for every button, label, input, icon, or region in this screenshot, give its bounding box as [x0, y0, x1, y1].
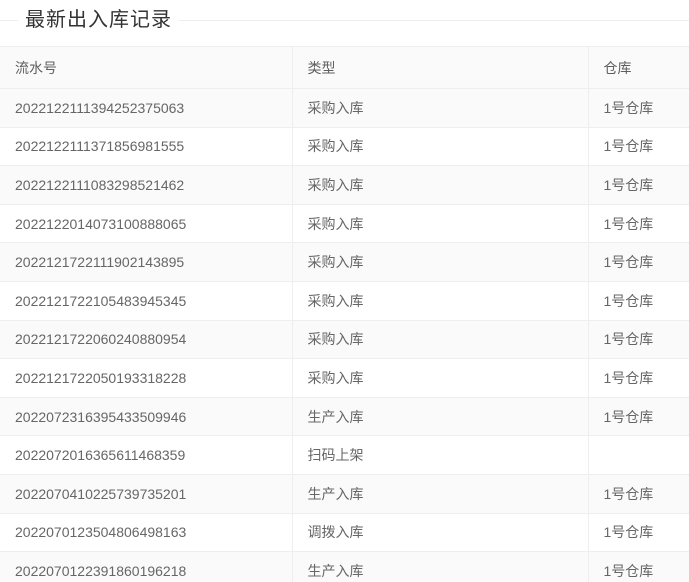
cell-type: 采购入库 [292, 281, 588, 320]
column-header-warehouse: 仓库 [588, 47, 689, 89]
table-row: 2022121722105483945345采购入库1号仓库 [0, 281, 689, 320]
table-row: 2022072016365611468359扫码上架 [0, 436, 689, 475]
table-row: 2022070410225739735201生产入库1号仓库 [0, 474, 689, 513]
cell-serial: 2022121722105483945345 [0, 281, 292, 320]
table-row: 2022122014073100888065采购入库1号仓库 [0, 204, 689, 243]
cell-type: 采购入库 [292, 127, 588, 166]
cell-warehouse: 1号仓库 [588, 166, 689, 205]
cell-type: 生产入库 [292, 397, 588, 436]
cell-serial: 2022072316395433509946 [0, 397, 292, 436]
cell-type: 生产入库 [292, 474, 588, 513]
cell-type: 采购入库 [292, 204, 588, 243]
cell-type: 采购入库 [292, 320, 588, 359]
cell-serial: 2022122111083298521462 [0, 166, 292, 205]
cell-serial: 2022070122391860196218 [0, 552, 292, 582]
cell-warehouse: 1号仓库 [588, 397, 689, 436]
table-row: 2022122111083298521462采购入库1号仓库 [0, 166, 689, 205]
cell-type: 扫码上架 [292, 436, 588, 475]
cell-type: 采购入库 [292, 243, 588, 282]
table-row: 2022121722111902143895采购入库1号仓库 [0, 243, 689, 282]
table-header-row: 流水号 类型 仓库 [0, 47, 689, 89]
cell-serial: 2022122111394252375063 [0, 89, 292, 128]
records-table: 流水号 类型 仓库 2022122111394252375063采购入库1号仓库… [0, 46, 689, 582]
cell-warehouse: 1号仓库 [588, 474, 689, 513]
cell-warehouse: 1号仓库 [588, 204, 689, 243]
table-row: 2022070122391860196218生产入库1号仓库 [0, 552, 689, 582]
cell-serial: 2022072016365611468359 [0, 436, 292, 475]
cell-warehouse [588, 436, 689, 475]
cell-type: 生产入库 [292, 552, 588, 582]
cell-serial: 2022070410225739735201 [0, 474, 292, 513]
cell-warehouse: 1号仓库 [588, 281, 689, 320]
cell-warehouse: 1号仓库 [588, 359, 689, 398]
column-header-serial: 流水号 [0, 47, 292, 89]
cell-warehouse: 1号仓库 [588, 320, 689, 359]
column-header-type: 类型 [292, 47, 588, 89]
panel-title-fieldset: 最新出入库记录 [0, 0, 689, 46]
cell-warehouse: 1号仓库 [588, 552, 689, 582]
cell-warehouse: 1号仓库 [588, 89, 689, 128]
cell-warehouse: 1号仓库 [588, 513, 689, 552]
cell-serial: 2022121722111902143895 [0, 243, 292, 282]
cell-type: 采购入库 [292, 166, 588, 205]
cell-serial: 2022122014073100888065 [0, 204, 292, 243]
cell-type: 采购入库 [292, 359, 588, 398]
cell-serial: 2022121722060240880954 [0, 320, 292, 359]
page-title: 最新出入库记录 [18, 7, 179, 33]
cell-warehouse: 1号仓库 [588, 243, 689, 282]
cell-type: 采购入库 [292, 89, 588, 128]
table-row: 2022122111371856981555采购入库1号仓库 [0, 127, 689, 166]
table-body: 2022122111394252375063采购入库1号仓库2022122111… [0, 89, 689, 582]
cell-serial: 2022121722050193318228 [0, 359, 292, 398]
table-row: 2022121722060240880954采购入库1号仓库 [0, 320, 689, 359]
table-row: 2022121722050193318228采购入库1号仓库 [0, 359, 689, 398]
cell-serial: 2022070123504806498163 [0, 513, 292, 552]
cell-warehouse: 1号仓库 [588, 127, 689, 166]
cell-type: 调拨入库 [292, 513, 588, 552]
table-row: 2022070123504806498163调拨入库1号仓库 [0, 513, 689, 552]
table-row: 2022122111394252375063采购入库1号仓库 [0, 89, 689, 128]
table-row: 2022072316395433509946生产入库1号仓库 [0, 397, 689, 436]
cell-serial: 2022122111371856981555 [0, 127, 292, 166]
